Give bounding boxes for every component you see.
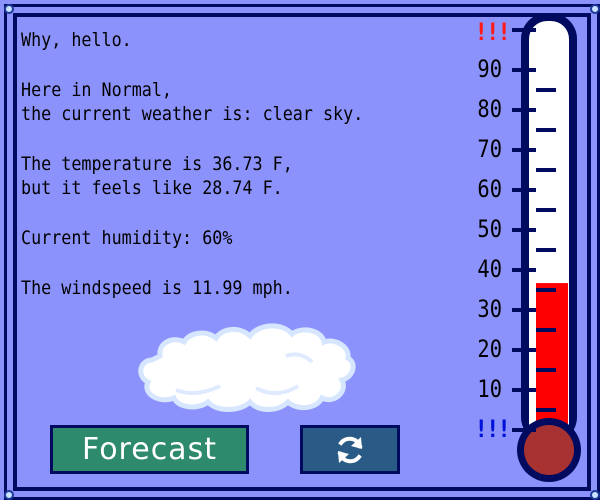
thermometer-tick — [512, 68, 536, 72]
thermometer-scale-label: 40 — [477, 255, 502, 283]
thermometer-minor-tick — [536, 328, 556, 332]
thermometer-tick — [512, 188, 536, 192]
thermometer-tick — [512, 348, 536, 352]
thermometer-tick — [512, 148, 536, 152]
thermometer-tick — [512, 268, 536, 272]
thermometer-scale-label: 30 — [477, 295, 502, 323]
thermometer-scale-label: 90 — [477, 55, 502, 83]
thermometer — [512, 13, 581, 482]
thermometer-tick — [512, 308, 536, 312]
thermometer-tick — [512, 108, 536, 112]
thermometer-scale-label: 70 — [477, 135, 502, 163]
thermometer-scale-label: 10 — [477, 375, 502, 403]
thermometer-minor-tick — [536, 128, 556, 132]
thermometer-minor-tick — [536, 88, 556, 92]
thermometer-tick — [512, 428, 536, 432]
thermometer-scale-label: 50 — [477, 215, 502, 243]
thermometer-tick — [512, 388, 536, 392]
thermometer-scale-label: 80 — [477, 95, 502, 123]
thermometer-tick — [512, 28, 536, 32]
thermometer-minor-tick — [536, 408, 556, 412]
thermometer-minor-tick — [536, 288, 556, 292]
thermometer-minor-tick — [536, 168, 556, 172]
thermometer-tick — [512, 228, 536, 232]
thermometer-minor-tick — [536, 368, 556, 372]
thermometer-scale-label: 60 — [477, 175, 502, 203]
thermometer-minor-tick — [536, 248, 556, 252]
thermometer-bulb — [524, 425, 574, 475]
thermometer-scale-label: 20 — [477, 335, 502, 363]
thermometer-minor-tick — [536, 208, 556, 212]
